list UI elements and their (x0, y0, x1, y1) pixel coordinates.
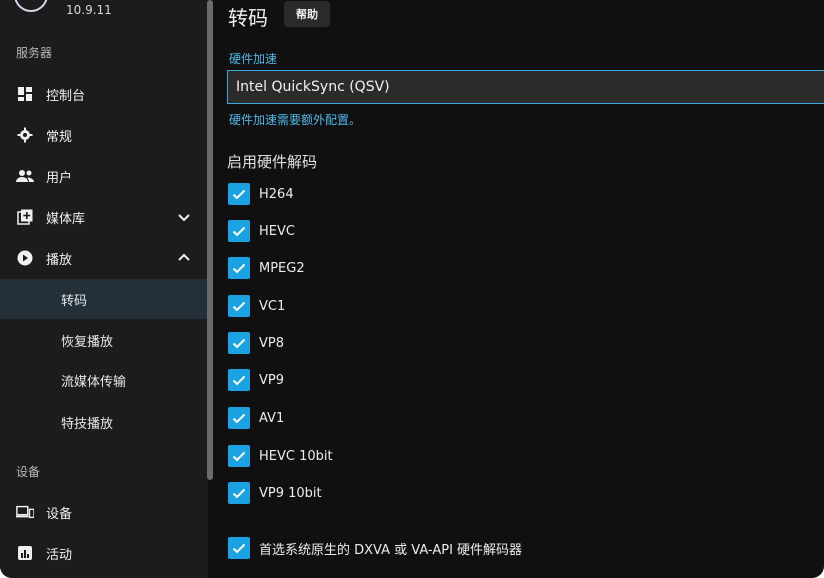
sidebar-item-label: 用户 (46, 170, 73, 186)
prefer-native-decoder-checkbox[interactable]: 首选系统原生的 DXVA 或 VA-API 硬件解码器 (228, 535, 522, 561)
users-icon (16, 167, 34, 185)
sidebar-item-activity[interactable]: 活动 (0, 533, 208, 573)
codec-checkbox-hevc-10bit[interactable]: HEVC 10bit (228, 443, 333, 469)
checkbox-checked-icon[interactable] (228, 295, 250, 317)
checkbox-checked-icon[interactable] (228, 183, 250, 205)
sidebar-item-devices[interactable]: 设备 (0, 492, 208, 532)
codec-label: MPEG2 (259, 260, 305, 276)
avatar[interactable] (14, 0, 48, 12)
codec-checkbox-av1[interactable]: AV1 (228, 405, 284, 431)
sidebar-item-library[interactable]: 媒体库 (0, 197, 208, 237)
chevron-down-icon[interactable] (176, 209, 192, 225)
section-label-server: 服务器 (16, 46, 53, 60)
codec-label: VP9 10bit (259, 485, 322, 501)
sidebar-item-label: 控制台 (46, 88, 86, 104)
hw-accel-value: Intel QuickSync (QSV) (236, 79, 390, 95)
decode-section-title: 启用硬件解码 (227, 153, 318, 171)
server-version: 10.9.11 (66, 3, 112, 17)
page-title: 转码 (228, 6, 268, 30)
hw-accel-label: 硬件加速 (229, 52, 278, 66)
codec-checkbox-vp9-10bit[interactable]: VP9 10bit (228, 480, 322, 506)
codec-label: VP9 (259, 372, 285, 388)
codec-label: HEVC 10bit (259, 448, 333, 464)
library-add-icon (16, 208, 34, 226)
sidebar-item-label: 设备 (46, 506, 73, 522)
checkbox-checked-icon[interactable] (228, 220, 250, 242)
checkbox-checked-icon[interactable] (228, 369, 250, 391)
main-content: 转码 帮助 硬件加速 Intel QuickSync (QSV) 硬件加速需要额… (214, 0, 824, 578)
sidebar-subitem-resume[interactable]: 恢复播放 (0, 320, 208, 360)
sidebar-subitem-trickplay[interactable]: 特技播放 (0, 402, 208, 442)
codec-checkbox-vc1[interactable]: VC1 (228, 293, 285, 319)
codec-label: HEVC (259, 223, 295, 239)
checkbox-checked-icon[interactable] (228, 445, 250, 467)
sidebar-item-label: 媒体库 (46, 211, 86, 227)
app-window: 10.9.11 服务器 控制台 常规 用户 媒体库 播放 转码 恢复播放 流媒体… (0, 0, 824, 578)
sidebar-scrollbar[interactable] (207, 0, 213, 480)
gear-icon (16, 126, 34, 144)
codec-label: VP8 (259, 335, 285, 351)
checkbox-checked-icon[interactable] (228, 257, 250, 279)
sidebar-item-general[interactable]: 常规 (0, 115, 208, 155)
section-label-devices: 设备 (16, 465, 41, 479)
sidebar-item-dashboard[interactable]: 控制台 (0, 74, 208, 114)
checkbox-checked-icon[interactable] (228, 332, 250, 354)
codec-checkbox-hevc[interactable]: HEVC (228, 218, 295, 244)
activity-icon (16, 544, 34, 562)
checkbox-checked-icon[interactable] (228, 482, 250, 504)
codec-label: H264 (259, 186, 294, 202)
checkbox-checked-icon[interactable] (228, 407, 250, 429)
sidebar-item-users[interactable]: 用户 (0, 156, 208, 196)
hw-accel-help: 硬件加速需要额外配置。 (229, 113, 362, 127)
chevron-up-icon[interactable] (176, 250, 192, 266)
sidebar-item-playback[interactable]: 播放 (0, 238, 208, 278)
devices-icon (16, 503, 34, 521)
sidebar: 10.9.11 服务器 控制台 常规 用户 媒体库 播放 转码 恢复播放 流媒体… (0, 0, 208, 578)
dashboard-icon (16, 85, 34, 103)
hw-accel-select[interactable]: Intel QuickSync (QSV) (227, 70, 824, 104)
codec-checkbox-vp8[interactable]: VP8 (228, 330, 284, 356)
sidebar-item-label: 活动 (46, 547, 73, 563)
help-button[interactable]: 帮助 (284, 1, 330, 27)
codec-label: AV1 (259, 410, 285, 426)
codec-checkbox-h264[interactable]: H264 (228, 181, 294, 207)
prefer-native-label: 首选系统原生的 DXVA 或 VA-API 硬件解码器 (259, 542, 523, 558)
sidebar-subitem-streaming[interactable]: 流媒体传输 (0, 360, 208, 400)
codec-checkbox-mpeg2[interactable]: MPEG2 (228, 255, 305, 281)
checkbox-checked-icon[interactable] (228, 537, 250, 559)
sidebar-item-label: 常规 (46, 129, 73, 145)
sidebar-subitem-transcoding[interactable]: 转码 (0, 279, 208, 319)
sidebar-item-label: 播放 (46, 252, 73, 268)
play-circle-icon (16, 249, 34, 267)
codec-checkbox-vp9[interactable]: VP9 (228, 367, 284, 393)
codec-label: VC1 (259, 298, 286, 314)
